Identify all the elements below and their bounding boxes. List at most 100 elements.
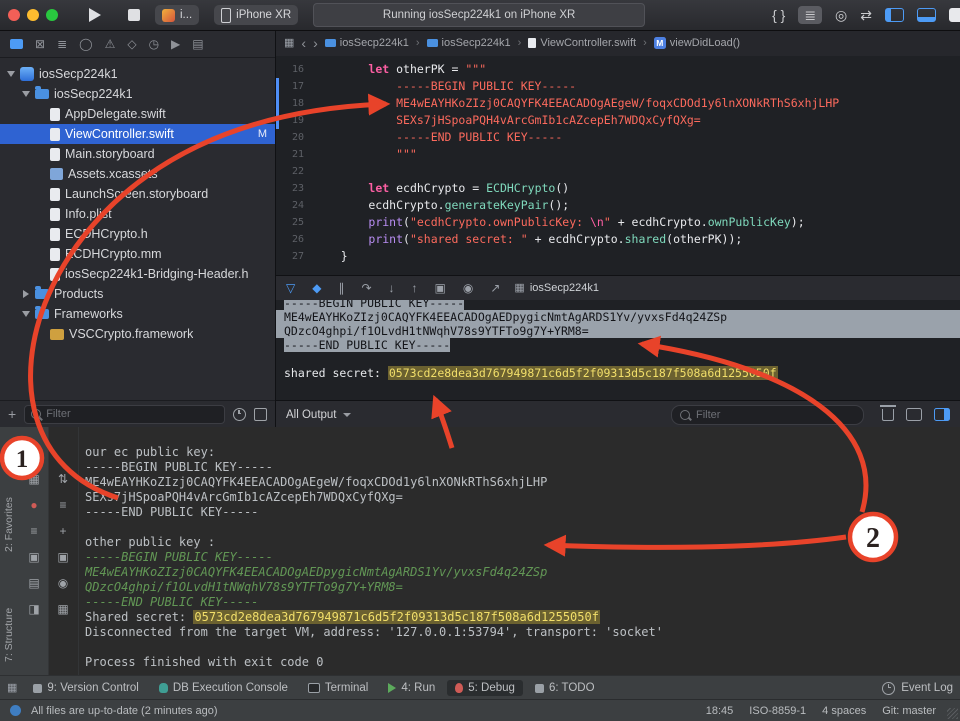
breadcrumb-file[interactable]: ViewController.swift	[528, 37, 636, 49]
tool-window-button[interactable]: Terminal	[300, 680, 376, 696]
source-control-navigator-icon[interactable]: ⊠	[35, 38, 45, 50]
file-row[interactable]: Info.plist	[0, 204, 275, 224]
file-row[interactable]: VSCCrypto.framework	[0, 324, 275, 344]
view-options-button[interactable]: ▦	[28, 473, 39, 486]
breadcrumb-method[interactable]: M viewDidLoad()	[653, 37, 740, 49]
event-log-button[interactable]: Event Log	[882, 681, 953, 695]
variables-view-toggle[interactable]	[906, 408, 922, 421]
pin-tab-button[interactable]: ▤	[28, 577, 39, 590]
view-debugger-button[interactable]: ▣	[435, 282, 446, 294]
line-number: 25	[291, 217, 304, 228]
step-out-button[interactable]: ↑	[412, 282, 418, 294]
caret-position[interactable]: 18:45	[706, 705, 734, 717]
step-into-button[interactable]: ↓	[389, 282, 395, 294]
tool-window-button[interactable]: DB Execution Console	[151, 680, 296, 696]
clear-console-button[interactable]: ◉	[58, 577, 68, 590]
resize-grip[interactable]	[947, 708, 958, 719]
file-row[interactable]: iosSecp224k1-Bridging-Header.h	[0, 264, 275, 284]
file-row[interactable]: ECDHCrypto.h	[0, 224, 275, 244]
report-navigator-icon[interactable]: ▤	[192, 38, 203, 50]
console-settings-button[interactable]: ▦	[57, 603, 68, 616]
code-line: 16 let otherPK = """	[276, 61, 960, 78]
test-navigator-icon[interactable]: ◇	[127, 38, 136, 50]
split-button[interactable]: ◨	[28, 603, 39, 616]
file-row[interactable]: Main.storyboard	[0, 144, 275, 164]
file-row[interactable]: iosSecp224k1	[0, 84, 275, 104]
toggle-debug-area-button[interactable]	[917, 8, 936, 22]
simulate-location-button[interactable]: ↗	[490, 282, 500, 294]
file-row[interactable]: AppDelegate.swift	[0, 104, 275, 124]
add-file-button[interactable]: +	[8, 407, 16, 421]
run-button[interactable]	[89, 8, 101, 22]
debug-process-chip[interactable]: ▦ iosSecp224k1	[514, 282, 599, 294]
file-row[interactable]: ECDHCrypto.mm	[0, 244, 275, 264]
source-control-filter-icon[interactable]	[254, 407, 267, 421]
standard-editor-button[interactable]: ≣	[798, 6, 823, 24]
stop-button[interactable]: ●	[30, 499, 37, 512]
debug-navigator-icon[interactable]: ◷	[149, 38, 159, 50]
print-console-button[interactable]: ▣	[57, 551, 68, 564]
minimize-window-button[interactable]	[27, 9, 39, 21]
hide-debug-area-button[interactable]: ▽	[286, 282, 295, 294]
toggle-navigator-button[interactable]	[885, 8, 904, 22]
file-row[interactable]: LaunchScreen.storyboard	[0, 184, 275, 204]
symbol-navigator-icon[interactable]: ≣	[57, 38, 67, 50]
code-snippets-icon[interactable]: { }	[772, 8, 785, 22]
file-row[interactable]: Frameworks	[0, 304, 275, 324]
step-over-button[interactable]: ↷	[361, 282, 371, 294]
tool-window-button[interactable]: 6: TODO	[527, 680, 603, 696]
zoom-window-button[interactable]	[46, 9, 58, 21]
related-items-icon[interactable]: ▦	[284, 37, 294, 49]
console-scope-dropdown[interactable]: All Output	[286, 409, 351, 421]
console-filter-field[interactable]: Filter	[671, 404, 864, 425]
destination-selector[interactable]: iPhone XR	[214, 5, 299, 25]
git-branch[interactable]: Git: master	[882, 705, 936, 717]
file-row[interactable]: ViewController.swift M	[0, 124, 275, 144]
file-tree: iosSecp224k1 iosSecp224k1 AppDelegate.swif…	[0, 58, 275, 401]
breakpoints-toggle-button[interactable]: ◆	[312, 282, 321, 294]
project-navigator-icon[interactable]	[10, 38, 23, 49]
memory-graph-button[interactable]: ◉	[463, 282, 473, 294]
soft-wrap-button[interactable]: ≡	[59, 499, 66, 512]
expand-all-button[interactable]: +	[59, 525, 66, 538]
navigator-filter-field[interactable]: Filter	[24, 404, 225, 424]
toggle-inspector-button[interactable]	[949, 8, 960, 22]
tool-window-switcher-icon[interactable]: ▦	[7, 682, 17, 694]
xcode-console[interactable]: -----BEGIN PUBLIC KEY----- ME4wEAYHKoZIzj…	[276, 300, 960, 402]
stop-button[interactable]	[128, 9, 140, 21]
status-bar-widgets: 18:45 ISO-8859-1 4 spaces Git: master	[706, 705, 936, 717]
tool-window-button-favorites[interactable]: 2: Favorites	[3, 497, 15, 552]
file-row[interactable]: Assets.xcassets	[0, 164, 275, 184]
console-view-toggle[interactable]	[934, 408, 950, 421]
sort-button[interactable]: ⇅	[58, 473, 68, 486]
version-editor-button[interactable]: ⇄	[860, 8, 872, 22]
breadcrumb-group[interactable]: iosSecp224k1	[426, 37, 511, 49]
rerun-button[interactable]: ↻	[29, 447, 39, 460]
update-status-icon[interactable]	[10, 705, 21, 716]
recent-files-filter-icon[interactable]	[233, 407, 246, 421]
tool-window-button[interactable]: 5: Debug	[447, 680, 523, 696]
breadcrumb-project[interactable]: iosSecp224k1	[324, 37, 409, 49]
forward-button[interactable]: ›	[313, 36, 318, 50]
tool-window-button[interactable]: 4: Run	[380, 680, 443, 696]
issue-navigator-icon[interactable]: ⚠	[105, 38, 116, 50]
clear-console-button[interactable]	[880, 405, 896, 421]
breakpoint-navigator-icon[interactable]: ▶	[171, 38, 180, 50]
code-line: 21 """	[276, 146, 960, 163]
run-console[interactable]: our ec public key: -----BEGIN PUBLIC KEY-…	[85, 445, 954, 676]
file-row[interactable]: iosSecp224k1	[0, 64, 275, 84]
scheme-selector[interactable]: i...	[155, 5, 200, 25]
assistant-editor-button[interactable]: ◎	[835, 8, 847, 22]
code-editor[interactable]: 16 let otherPK = """ 17 -----BEGIN PUBLIC…	[276, 56, 960, 280]
back-button[interactable]: ‹	[301, 36, 306, 50]
indent-setting[interactable]: 4 spaces	[822, 705, 866, 717]
find-navigator-icon[interactable]: ◯	[79, 38, 92, 50]
file-encoding[interactable]: ISO-8859-1	[749, 705, 806, 717]
restore-layout-button[interactable]: ▣	[28, 551, 39, 564]
close-window-button[interactable]	[8, 9, 20, 21]
tool-window-button[interactable]: 9: Version Control	[25, 680, 146, 696]
console-menu-button[interactable]: ≡	[30, 525, 37, 538]
pause-execution-button[interactable]: ∥	[338, 282, 344, 294]
file-row[interactable]: Products	[0, 284, 275, 304]
tool-window-button-structure[interactable]: 7: Structure	[3, 608, 15, 662]
